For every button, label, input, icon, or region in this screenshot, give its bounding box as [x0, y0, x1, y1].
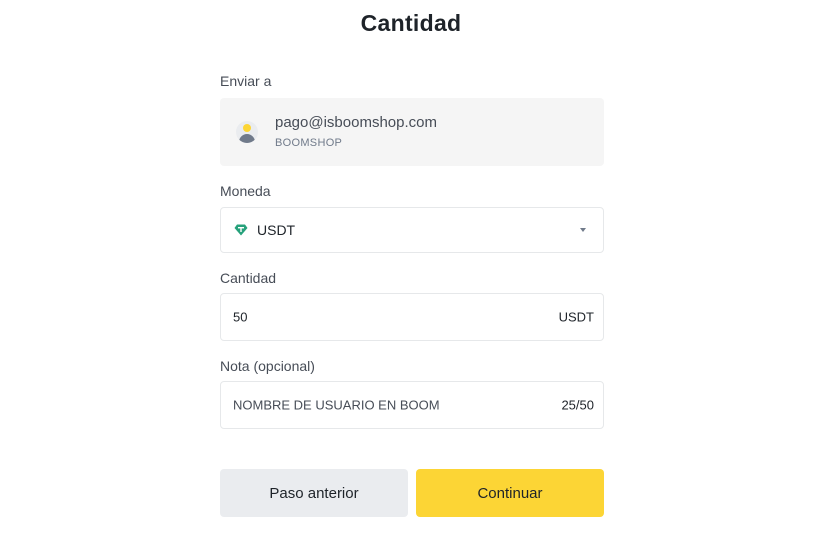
amount-unit: USDT [558, 309, 594, 325]
currency-select[interactable]: USDT [220, 207, 604, 253]
amount-label: Cantidad [220, 270, 277, 286]
previous-step-button[interactable]: Paso anterior [220, 469, 408, 517]
recipient-email: pago@isboomshop.com [275, 114, 437, 131]
tether-icon [234, 224, 248, 236]
recipient-card: pago@isboomshop.com BOOMSHOP [220, 98, 604, 166]
amount-input[interactable]: 50 USDT [220, 293, 604, 341]
amount-value: 50 [233, 309, 248, 325]
note-input[interactable]: NOMBRE DE USUARIO EN BOOM 25/50 [220, 381, 604, 429]
user-avatar-icon [236, 121, 258, 143]
currency-label: Moneda [220, 183, 271, 199]
note-value: NOMBRE DE USUARIO EN BOOM [233, 397, 440, 413]
note-counter: 25/50 [561, 397, 594, 413]
continue-button[interactable]: Continuar [416, 469, 604, 517]
chevron-down-icon [580, 228, 586, 232]
note-label: Nota (opcional) [220, 358, 315, 374]
recipient-name: BOOMSHOP [275, 137, 343, 149]
page-title: Cantidad [360, 10, 462, 36]
currency-value: USDT [257, 222, 296, 238]
send-to-label: Enviar a [220, 73, 272, 89]
